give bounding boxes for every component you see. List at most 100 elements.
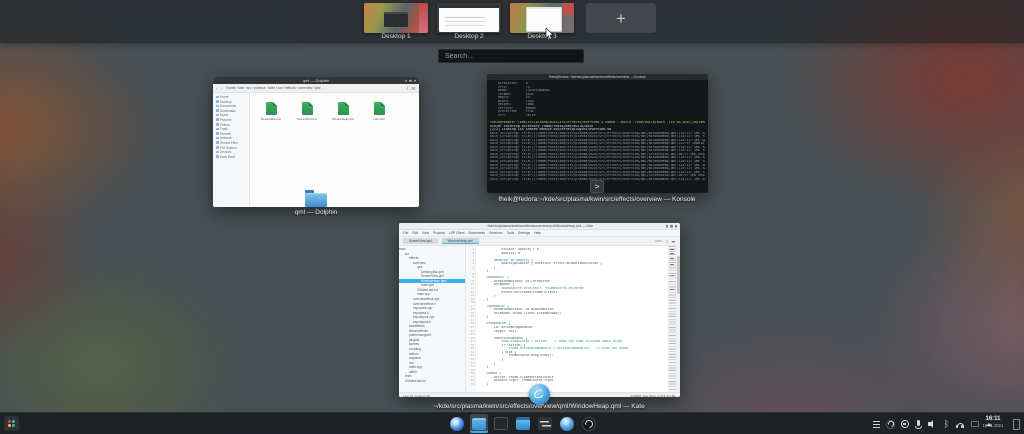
kate-menubar: File Edit View Projects LSP Client BookmarksS… — [399, 230, 680, 237]
file-name: DesktopBar.qml — [261, 117, 281, 121]
kate-title-text: ~/kde/src/plasma/kwin/src/effects/overvi… — [486, 224, 593, 228]
tree-entry: CMakeLists.txt — [399, 379, 465, 384]
desktop-label-2[interactable]: Desktop 2 — [437, 33, 501, 40]
desktop1-mini-window — [384, 12, 408, 27]
file-grid: DesktopBar.qml ScreenView.qml WindowHeap.q… — [258, 102, 392, 121]
desktop-thumbnail-3[interactable] — [510, 3, 574, 33]
kate-window-caption: ~/kde/src/plasma/kwin/src/effects/overvi… — [389, 403, 689, 410]
file-name: WindowHeap.qml — [332, 117, 354, 121]
editor-scrollbar — [676, 246, 680, 392]
kateapp-icon[interactable] — [514, 414, 532, 433]
obs-icon[interactable] — [580, 414, 598, 433]
show-desktop-button[interactable] — [1013, 419, 1020, 430]
close-icon — [414, 79, 417, 82]
desktop-thumbnail-1[interactable] — [364, 3, 428, 33]
dolphin-titlebar: qml — Dolphin — [213, 77, 419, 84]
headset-icon[interactable] — [956, 418, 965, 430]
kate-titlebar: ~/kde/src/plasma/kwin/src/effects/overvi… — [399, 223, 680, 230]
split-menu-icons: ⫽ ☰ — [406, 86, 416, 91]
task-manager — [448, 414, 598, 433]
desktop-thumbnail-2[interactable] — [437, 3, 501, 33]
mixer-icon[interactable] — [536, 414, 554, 433]
mic-icon[interactable] — [914, 418, 923, 430]
window-buttons — [405, 79, 417, 82]
firefox-icon[interactable] — [448, 414, 466, 433]
breadcrumb: Home › kde › src › plasma › kwin › src ›… — [226, 86, 403, 90]
maximize-icon — [409, 79, 412, 82]
search-menu-icons: ⌕ ☰ — [666, 239, 676, 244]
menu-item: Projects — [433, 231, 445, 235]
plus-icon: + — [616, 10, 626, 27]
minimize-icon — [666, 225, 669, 228]
qml-file-icon — [302, 102, 313, 115]
search-input[interactable] — [438, 49, 584, 63]
project-tree-panel: kwinsrceffectsoverviewqmlDesktopBar.qmlS… — [399, 246, 466, 392]
window-thumbnail-dolphin[interactable]: qml — Dolphin ‹ › Home › kde › src › pla… — [213, 77, 419, 207]
menu-item: Edit — [412, 231, 418, 235]
volume-icon[interactable] — [928, 418, 937, 430]
konsole-title-text: fheik@fedora:~/kde/src/plasma/kwin/src/e… — [549, 75, 646, 79]
kate-body: kwinsrceffectsoverviewqmlDesktopBar.qmlS… — [399, 246, 680, 392]
menu-item: LSP Client — [449, 231, 465, 235]
code-editor: visible: opacity > 0 opacity: 0 Behavior… — [476, 246, 668, 392]
line-number — [466, 383, 474, 387]
terminal-output: direction: 0 crtc: 79 mode: 1920x1080@60… — [487, 80, 708, 193]
qml-file-icon — [338, 102, 349, 115]
menu-item: Sessions — [489, 231, 502, 235]
desktop3-mini-window — [526, 7, 562, 32]
desktop2-mini-content — [445, 17, 485, 18]
desktop-label-1[interactable]: Desktop 1 — [364, 33, 428, 40]
code-line: } — [479, 383, 668, 387]
kate-app-icon — [529, 384, 550, 405]
qml-file-icon — [266, 102, 277, 115]
clock-time: 16:11 — [976, 416, 1010, 422]
maximize-icon — [670, 225, 673, 228]
status-icon[interactable] — [872, 418, 881, 430]
menu-item: View — [422, 231, 429, 235]
back-forward-icons: ‹ › — [216, 86, 223, 91]
desktop-label-3[interactable]: Desktop 3 — [510, 33, 574, 40]
window-thumbnail-kate[interactable]: ~/kde/src/plasma/kwin/src/effects/overvi… — [399, 223, 680, 397]
dolphin-app-icon — [305, 190, 327, 207]
statusbar-modes: INSERT Soft Tabs: 4 UTF-8 QML — [630, 394, 676, 397]
bottom-panel: 16:11 16.11.2021 — [0, 412, 1024, 434]
desktop2-mini-window — [439, 5, 499, 32]
system-tray — [872, 417, 993, 431]
project-label: kwin — [655, 239, 661, 243]
line-numbers — [466, 246, 476, 392]
dolphin-window-caption: qml — Dolphin — [216, 209, 416, 216]
dolphin-toolbar: ‹ › Home › kde › src › plasma › kwin › s… — [213, 84, 419, 93]
dolphin-file-view: DesktopBar.qml ScreenView.qml WindowHeap.q… — [250, 93, 419, 206]
obstray-icon[interactable] — [886, 418, 895, 430]
folder-icon-body — [305, 193, 327, 207]
window-buttons — [666, 225, 678, 228]
konsole-icon[interactable] — [492, 414, 510, 433]
close-icon — [675, 225, 678, 228]
dolphin-places-panel: HomeDesktopDocumentsDownloadsMusicPictur… — [213, 93, 250, 206]
bluetooth-icon[interactable] — [942, 418, 951, 430]
konsole-app-icon: > — [590, 180, 604, 193]
clock-date: 16.11.2021 — [976, 424, 1010, 428]
menu-item: File — [403, 231, 408, 235]
cursor-position-label: Line 47, Column 18 — [403, 394, 430, 397]
sphere-icon[interactable] — [558, 414, 576, 433]
desktop1-mini-window-2 — [419, 3, 428, 33]
desktop-bar: Desktop 1 Desktop 2 Desktop 3 + — [0, 0, 1024, 43]
dolphin-icon[interactable] — [470, 414, 488, 433]
kate-tabbar: ScreenView.qml WindowHeap.qml kwin ⌕ ☰ — [399, 237, 680, 246]
record-icon[interactable] — [900, 418, 909, 430]
menu-item: Bookmarks — [469, 231, 486, 235]
file-item: DesktopBar.qml — [258, 102, 284, 121]
digital-clock[interactable]: 16:11 16.11.2021 — [976, 416, 1010, 428]
minimize-icon — [405, 79, 408, 82]
file-name: main.qml — [373, 117, 384, 121]
window-thumbnail-konsole[interactable]: fheik@fedora:~/kde/src/plasma/kwin/src/e… — [487, 74, 708, 193]
file-name: ScreenView.qml — [297, 117, 317, 121]
konsole-titlebar: fheik@fedora:~/kde/src/plasma/kwin/src/e… — [487, 74, 708, 80]
file-item: ScreenView.qml — [294, 102, 320, 121]
dolphin-title-text: qml — Dolphin — [303, 78, 329, 83]
qml-file-icon — [374, 102, 385, 115]
add-desktop-button[interactable]: + — [586, 3, 656, 33]
app-launcher-icon[interactable] — [4, 416, 19, 431]
menu-item: Tools — [506, 231, 514, 235]
